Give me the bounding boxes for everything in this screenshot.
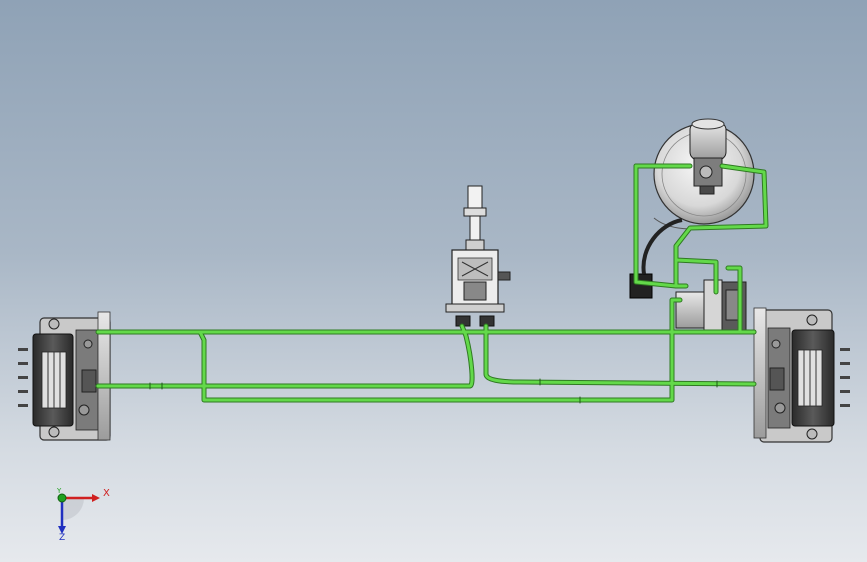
proportioning-valve[interactable] — [629, 218, 747, 335]
x-axis-label: X — [103, 488, 110, 499]
brake-system-model[interactable] — [0, 0, 867, 562]
brake-pedal-assembly[interactable] — [445, 185, 511, 327]
y-axis-label: Y — [57, 487, 62, 495]
coordinate-triad — [57, 493, 100, 534]
cad-viewport[interactable]: X Y Z — [0, 0, 867, 562]
z-axis-label: Z — [59, 533, 66, 543]
master-cylinder[interactable] — [689, 118, 727, 195]
right-brake-assembly[interactable] — [753, 307, 850, 443]
